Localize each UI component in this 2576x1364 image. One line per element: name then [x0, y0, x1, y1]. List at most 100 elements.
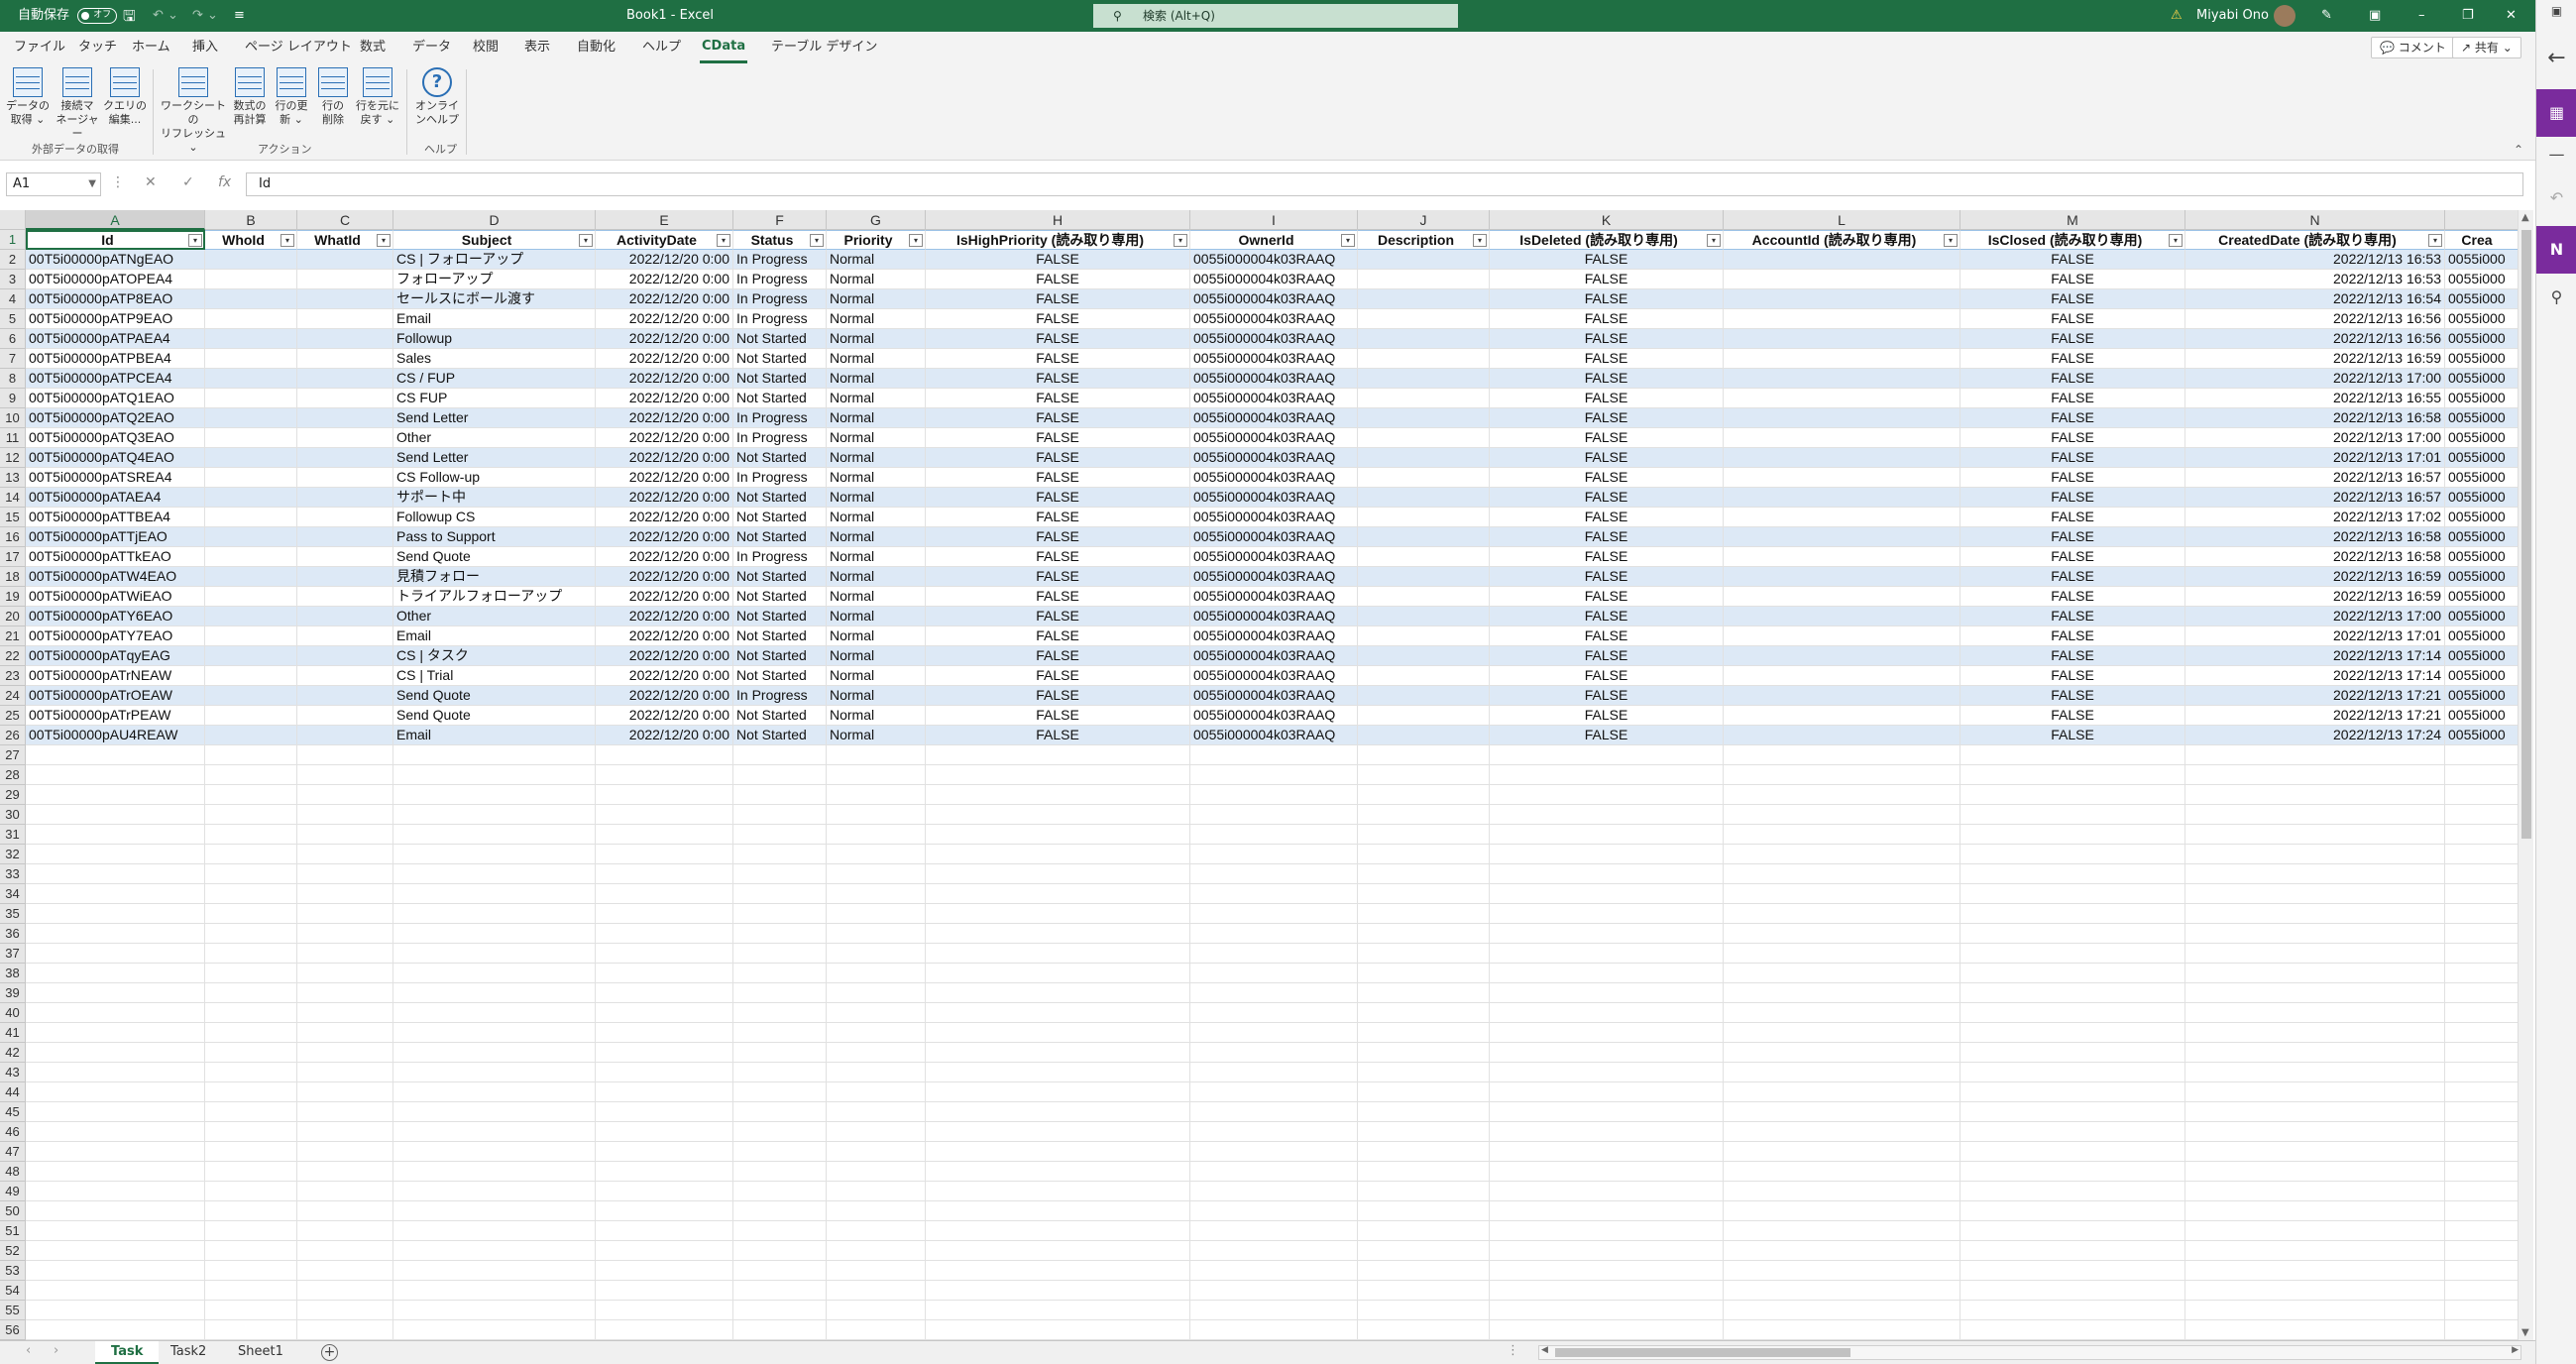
- scroll-right-icon[interactable]: ▶: [2512, 1345, 2519, 1355]
- empty-cell[interactable]: [926, 1043, 1190, 1063]
- vertical-scrollbar[interactable]: ▲ ▼: [2518, 210, 2533, 1340]
- row-header[interactable]: 51: [0, 1221, 26, 1241]
- user-name[interactable]: Miyabi Ono: [2196, 0, 2269, 32]
- empty-cell[interactable]: [2445, 1003, 2518, 1023]
- empty-cell[interactable]: [205, 1261, 297, 1281]
- table-cell[interactable]: Not Started: [733, 527, 827, 547]
- scroll-up-icon[interactable]: ▲: [2521, 212, 2529, 223]
- edit-query-button[interactable]: クエリの 編集...: [103, 67, 147, 127]
- table-cell[interactable]: [205, 646, 297, 666]
- row-header[interactable]: 45: [0, 1102, 26, 1122]
- table-cell[interactable]: [205, 270, 297, 289]
- table-cell[interactable]: 0055i000004k03RAAQ: [1190, 309, 1358, 329]
- empty-cell[interactable]: [1724, 1102, 1960, 1122]
- empty-cell[interactable]: [926, 944, 1190, 964]
- empty-cell[interactable]: [733, 1063, 827, 1082]
- empty-cell[interactable]: [827, 1043, 926, 1063]
- table-cell[interactable]: Not Started: [733, 706, 827, 726]
- table-cell[interactable]: Not Started: [733, 587, 827, 607]
- empty-cell[interactable]: [2445, 805, 2518, 825]
- table-cell[interactable]: [1358, 270, 1490, 289]
- table-cell[interactable]: [297, 270, 393, 289]
- table-cell[interactable]: [1358, 408, 1490, 428]
- empty-cell[interactable]: [1490, 1023, 1724, 1043]
- table-cell[interactable]: FALSE: [1960, 686, 2185, 706]
- table-cell[interactable]: 2022/12/20 0:00: [596, 706, 733, 726]
- empty-cell[interactable]: [26, 1301, 205, 1320]
- empty-cell[interactable]: [393, 745, 596, 765]
- empty-cell[interactable]: [205, 825, 297, 845]
- empty-cell[interactable]: [827, 785, 926, 805]
- empty-cell[interactable]: [2185, 1003, 2445, 1023]
- empty-cell[interactable]: [926, 845, 1190, 864]
- empty-cell[interactable]: [926, 1142, 1190, 1162]
- empty-cell[interactable]: [393, 1182, 596, 1201]
- table-cell[interactable]: 2022/12/13 17:21: [2185, 706, 2445, 726]
- table-cell[interactable]: FALSE: [1490, 468, 1724, 488]
- formula-input[interactable]: Id: [246, 172, 2523, 196]
- table-cell[interactable]: FALSE: [1490, 607, 1724, 626]
- table-cell[interactable]: FALSE: [926, 607, 1190, 626]
- empty-cell[interactable]: [26, 1122, 205, 1142]
- empty-cell[interactable]: [596, 1281, 733, 1301]
- empty-cell[interactable]: [1358, 1082, 1490, 1102]
- empty-cell[interactable]: [393, 1043, 596, 1063]
- table-cell[interactable]: FALSE: [926, 587, 1190, 607]
- table-cell[interactable]: 2022/12/13 16:59: [2185, 349, 2445, 369]
- table-cell[interactable]: Normal: [827, 527, 926, 547]
- empty-cell[interactable]: [827, 765, 926, 785]
- table-cell[interactable]: FALSE: [1960, 389, 2185, 408]
- table-cell[interactable]: FALSE: [926, 626, 1190, 646]
- empty-cell[interactable]: [297, 1261, 393, 1281]
- table-cell[interactable]: Not Started: [733, 389, 827, 408]
- column-header[interactable]: E: [596, 210, 733, 230]
- empty-cell[interactable]: [2185, 825, 2445, 845]
- empty-cell[interactable]: [1724, 1201, 1960, 1221]
- table-cell[interactable]: In Progress: [733, 547, 827, 567]
- table-cell[interactable]: FALSE: [1490, 686, 1724, 706]
- empty-cell[interactable]: [2445, 983, 2518, 1003]
- avatar[interactable]: [2274, 0, 2296, 32]
- empty-cell[interactable]: [1724, 845, 1960, 864]
- empty-cell[interactable]: [596, 1122, 733, 1142]
- table-cell[interactable]: 2022/12/20 0:00: [596, 607, 733, 626]
- filter-dropdown-icon[interactable]: ▾: [280, 234, 294, 247]
- row-header[interactable]: 17: [0, 547, 26, 567]
- table-header-cell[interactable]: AccountId (読み取り専用) ▾: [1724, 230, 1960, 250]
- empty-cell[interactable]: [297, 1241, 393, 1261]
- collapse-ribbon-icon[interactable]: ⌃: [2514, 143, 2523, 157]
- empty-cell[interactable]: [596, 1201, 733, 1221]
- table-cell[interactable]: 00T5i00000pATQ2EAO: [26, 408, 205, 428]
- empty-cell[interactable]: [596, 1102, 733, 1122]
- search-input[interactable]: ⚲ 検索 (Alt+Q): [1093, 4, 1458, 28]
- restore-icon[interactable]: ❐: [2462, 0, 2474, 32]
- empty-cell[interactable]: [2445, 1281, 2518, 1301]
- empty-cell[interactable]: [205, 1043, 297, 1063]
- empty-cell[interactable]: [26, 1201, 205, 1221]
- empty-cell[interactable]: [827, 864, 926, 884]
- empty-cell[interactable]: [297, 964, 393, 983]
- empty-cell[interactable]: [205, 745, 297, 765]
- empty-cell[interactable]: [2185, 1182, 2445, 1201]
- empty-cell[interactable]: [2185, 765, 2445, 785]
- empty-cell[interactable]: [393, 1201, 596, 1221]
- empty-cell[interactable]: [1724, 864, 1960, 884]
- empty-cell[interactable]: [1724, 964, 1960, 983]
- table-cell[interactable]: Email: [393, 726, 596, 745]
- empty-cell[interactable]: [827, 1023, 926, 1043]
- table-cell[interactable]: [297, 389, 393, 408]
- empty-cell[interactable]: [1490, 864, 1724, 884]
- empty-cell[interactable]: [733, 785, 827, 805]
- empty-cell[interactable]: [1724, 1003, 1960, 1023]
- table-cell[interactable]: In Progress: [733, 270, 827, 289]
- empty-cell[interactable]: [596, 1182, 733, 1201]
- empty-cell[interactable]: [596, 1221, 733, 1241]
- empty-cell[interactable]: [1490, 1320, 1724, 1340]
- table-cell[interactable]: FALSE: [1490, 508, 1724, 527]
- table-cell[interactable]: Email: [393, 626, 596, 646]
- empty-cell[interactable]: [926, 1221, 1190, 1241]
- empty-cell[interactable]: [1490, 1063, 1724, 1082]
- empty-cell[interactable]: [2445, 1063, 2518, 1082]
- empty-cell[interactable]: [1490, 904, 1724, 924]
- empty-cell[interactable]: [26, 1003, 205, 1023]
